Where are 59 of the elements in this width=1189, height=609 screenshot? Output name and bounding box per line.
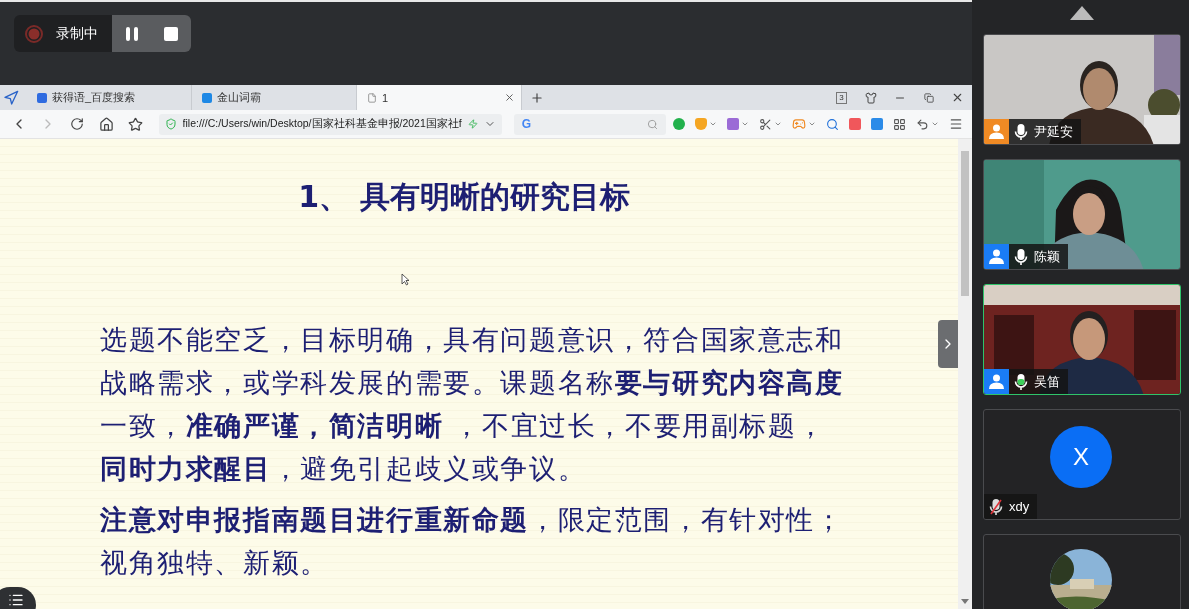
- caret-icon: [931, 120, 939, 128]
- grid-icon: [893, 117, 906, 131]
- caret-icon: [741, 120, 749, 128]
- shield-icon: [695, 118, 707, 130]
- name-label: xdy: [984, 494, 1038, 519]
- name-label: 陈颖: [1009, 244, 1068, 269]
- close-tab-icon[interactable]: [504, 92, 515, 103]
- circle-icon: [673, 118, 685, 130]
- home-icon: [99, 116, 115, 132]
- browser-tab[interactable]: 1: [357, 85, 522, 110]
- shirt-icon: [864, 91, 877, 104]
- name-label: 尹延安: [1009, 119, 1081, 144]
- stop-icon: [163, 25, 180, 42]
- caret-icon: [808, 120, 816, 128]
- favicon-icon: [202, 92, 212, 103]
- search-icon[interactable]: [647, 118, 658, 130]
- collapse-button[interactable]: [938, 320, 958, 368]
- avatar: X: [1050, 426, 1112, 488]
- recording-icon: [24, 23, 44, 44]
- list-icon: [8, 592, 24, 608]
- name-label: 吴笛: [1009, 369, 1068, 394]
- caret-icon: [709, 120, 717, 128]
- slide-paragraph: 选题不能空乏，目标明确，具有问题意识，符合国家意志和战略需求，或学科发展的需要。课题名称要与研究内容高度一致，准确严谨，简洁明晰 ，不宜过长，不要用副标题，同时力求醒目，避免引起歧义或争议。: [100, 323, 845, 486]
- reload-icon: [70, 117, 85, 131]
- star-icon: [128, 116, 144, 132]
- square-icon: [727, 118, 739, 130]
- recording-label: 录制中: [56, 24, 98, 43]
- slide-title: 1、 具有明晰的研究目标: [297, 178, 631, 216]
- mic-icon[interactable]: [1014, 247, 1028, 266]
- browser-logo-icon[interactable]: [3, 89, 19, 106]
- participant-tile[interactable]: 尹延安: [983, 34, 1181, 145]
- scrollbar-thumb[interactable]: [961, 151, 969, 296]
- mic-icon[interactable]: [1014, 122, 1028, 141]
- shield-icon: [164, 118, 177, 130]
- mic-icon[interactable]: [1014, 372, 1028, 391]
- scroll-down-icon[interactable]: [961, 599, 969, 605]
- caret-icon: [774, 120, 782, 128]
- cursor-icon: [401, 273, 410, 286]
- gamepad-icon: [792, 117, 806, 131]
- address-field[interactable]: file:///C:/Users/win/Desktop/国家社科基金申报/2021国家社f: [158, 113, 502, 135]
- tv-icon: [849, 118, 861, 130]
- participant-tile[interactable]: X xdy: [983, 409, 1181, 520]
- new-tab-icon[interactable]: [530, 90, 544, 105]
- close-icon: [951, 91, 964, 104]
- menu-icon: [949, 117, 963, 131]
- translate-icon: [871, 118, 883, 130]
- pause-icon: [123, 25, 140, 42]
- participant-tile[interactable]: 吴笛: [983, 284, 1181, 395]
- undo-icon: [916, 117, 929, 131]
- search-icon: [826, 117, 839, 131]
- muted-mic-icon[interactable]: [989, 497, 1003, 516]
- participant-tile[interactable]: 陈颖: [983, 159, 1181, 270]
- tab-count-button[interactable]: 3: [827, 85, 856, 110]
- favicon-icon: [37, 92, 47, 103]
- scroll-up-icon[interactable]: [1070, 6, 1094, 20]
- file-icon: [367, 92, 377, 103]
- scissors-icon: [759, 117, 772, 131]
- restore-icon: [923, 92, 934, 103]
- slide-paragraph: 注意对申报指南题目进行重新命题，限定范围，有针对性；视角独特、新颖。: [100, 503, 845, 580]
